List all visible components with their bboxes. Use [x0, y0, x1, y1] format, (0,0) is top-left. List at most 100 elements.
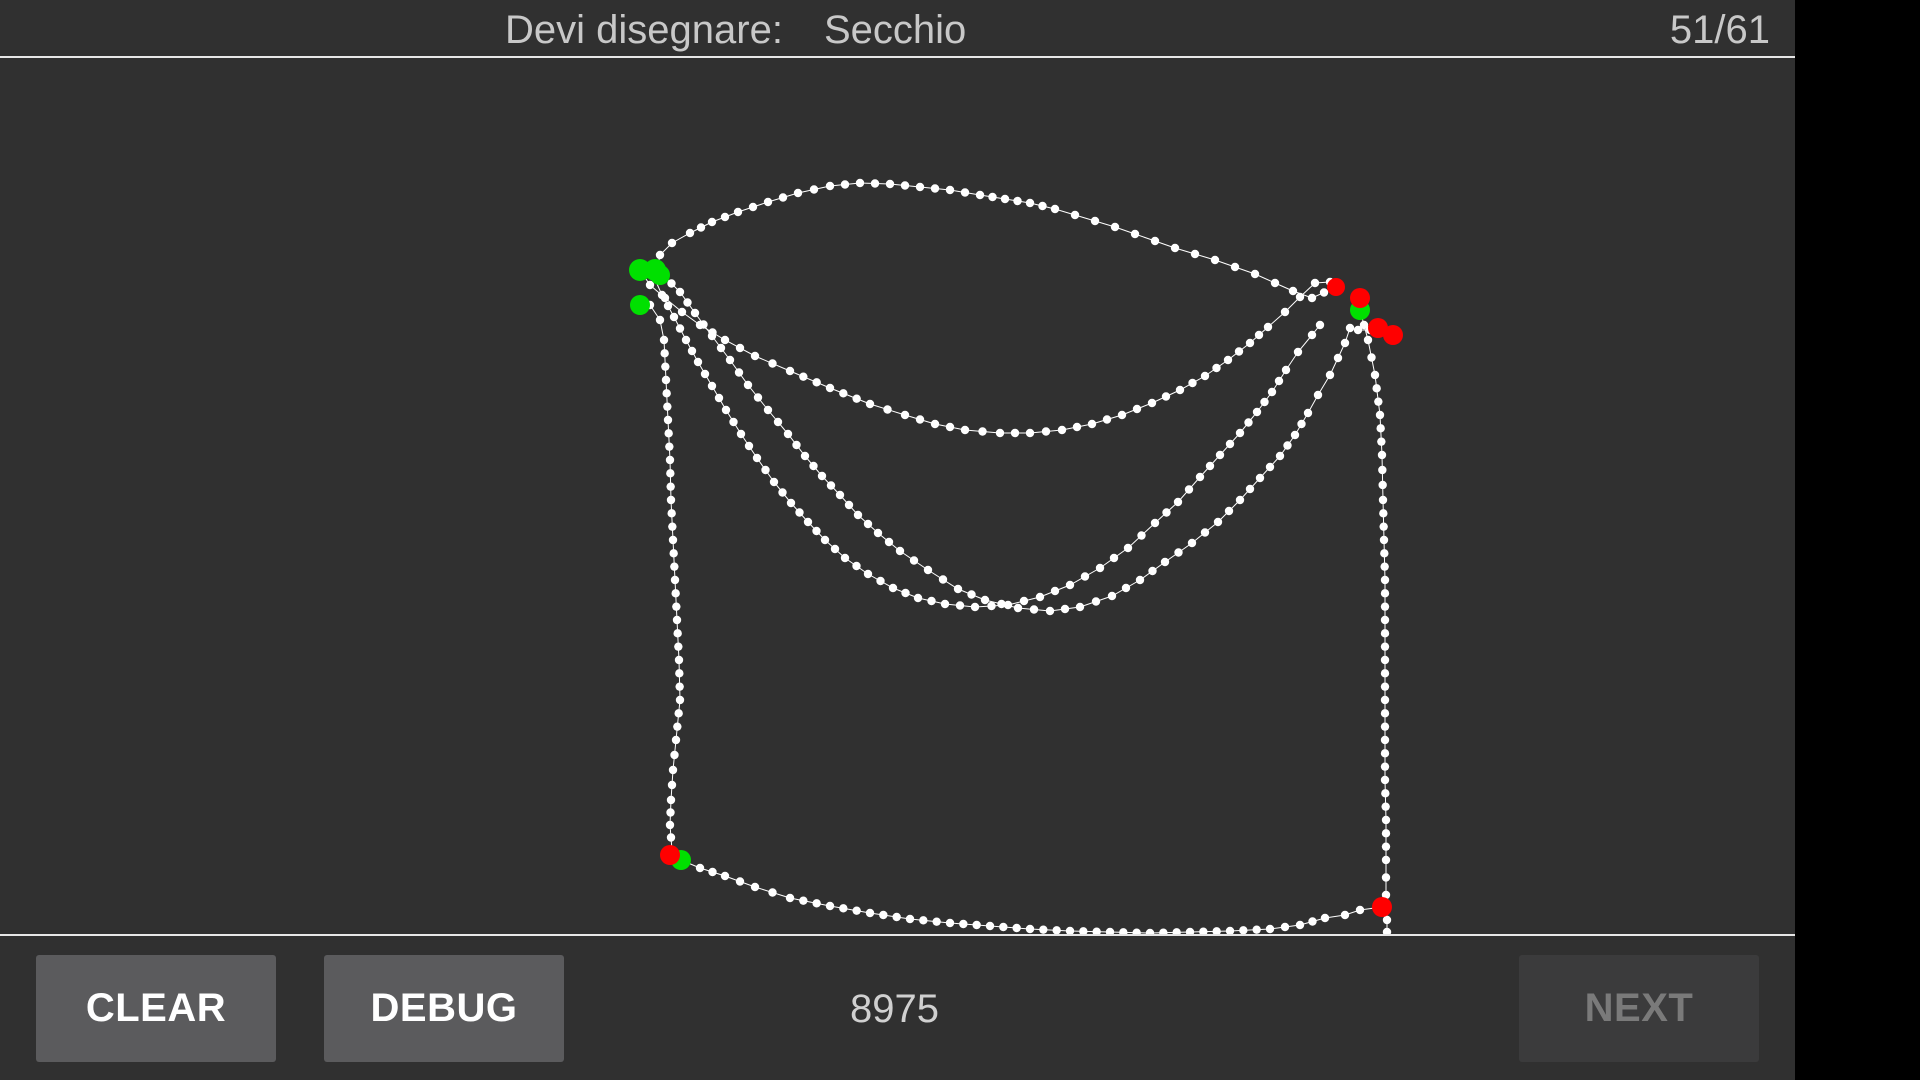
stroke-point — [852, 906, 861, 915]
stroke-point — [734, 368, 744, 377]
stroke-point — [1244, 418, 1253, 427]
stroke-point — [665, 442, 674, 451]
stroke-point — [825, 383, 835, 393]
stroke-point — [812, 899, 821, 908]
stroke-point — [1095, 563, 1105, 573]
stroke-point — [1019, 596, 1029, 606]
stroke-point — [1225, 439, 1235, 449]
stroke-point — [763, 405, 773, 415]
stroke-point — [785, 893, 795, 903]
stroke-point — [1380, 589, 1390, 598]
stroke-point — [1162, 508, 1171, 517]
stroke-point — [1161, 392, 1171, 401]
stroke-point — [1239, 926, 1248, 934]
next-button[interactable]: NEXT — [1519, 955, 1759, 1062]
stroke-point — [1260, 397, 1269, 407]
clear-button[interactable]: CLEAR — [36, 955, 276, 1062]
debug-button[interactable]: DEBUG — [324, 955, 564, 1062]
stroke-point — [930, 419, 940, 429]
stroke-point — [1345, 323, 1355, 333]
stroke-point — [1367, 353, 1376, 362]
stroke-point — [1377, 437, 1386, 446]
stroke-point — [825, 181, 835, 191]
stroke-point — [1230, 262, 1240, 272]
stroke-point — [664, 429, 673, 438]
stroke-point — [1280, 307, 1290, 317]
stroke-point — [721, 405, 731, 415]
stroke-point — [955, 601, 965, 610]
stroke-point — [1267, 387, 1277, 397]
stroke-point — [959, 919, 968, 929]
stroke-point — [657, 290, 667, 300]
stroke-point — [668, 522, 677, 531]
stroke-point — [1050, 586, 1060, 596]
stroke-point — [919, 916, 928, 925]
stroke-point — [1187, 538, 1197, 548]
stroke-point — [700, 369, 710, 379]
stroke-point — [840, 180, 850, 189]
stroke-point — [1029, 605, 1039, 614]
stroke-point — [1310, 278, 1320, 288]
stroke-point — [667, 279, 676, 288]
stroke-point — [690, 308, 700, 318]
stroke-point — [1090, 216, 1100, 226]
stroke-point — [1234, 347, 1244, 356]
stroke-point — [1200, 528, 1210, 537]
stroke-point — [1254, 330, 1264, 340]
stroke-point — [1050, 204, 1060, 214]
stroke-point — [667, 780, 677, 790]
stroke-point — [960, 425, 970, 435]
stroke-point — [744, 441, 754, 451]
stroke-point — [1212, 927, 1221, 934]
stroke-point — [909, 556, 919, 565]
stroke-point — [1147, 398, 1157, 408]
drawing-canvas[interactable] — [0, 58, 1795, 934]
stroke-point — [1381, 802, 1390, 811]
stroke-point — [895, 546, 905, 556]
stroke-point — [743, 380, 753, 390]
stroke-point — [852, 561, 861, 571]
stroke-point — [1173, 497, 1183, 507]
stroke-point — [1075, 602, 1085, 612]
stroke-point — [900, 181, 910, 190]
stroke-point — [1380, 615, 1390, 625]
stroke-point — [820, 535, 830, 545]
stroke-point — [1275, 451, 1285, 461]
stroke-point — [655, 315, 665, 325]
progress-counter: 51/61 — [1669, 8, 1770, 52]
stroke-point — [809, 461, 818, 471]
stroke-point — [900, 410, 910, 420]
stroke-end-marker — [1372, 897, 1392, 917]
stroke-point — [835, 490, 845, 500]
stroke-point — [1245, 484, 1255, 494]
stroke-point — [667, 509, 676, 518]
stroke-point — [1380, 642, 1390, 651]
stroke-point — [666, 482, 675, 491]
stroke-point — [773, 417, 783, 427]
stroke-point — [967, 590, 976, 599]
stroke-point — [666, 795, 676, 805]
stroke-point — [1117, 410, 1127, 420]
stroke-point — [673, 722, 682, 731]
stroke-point — [1091, 597, 1101, 606]
stroke-point — [735, 877, 745, 886]
stroke-point — [1380, 749, 1390, 758]
stroke-point — [1060, 604, 1070, 614]
stroke-line-1 — [656, 182, 1337, 299]
stroke-point — [666, 833, 676, 842]
stroke-end-marker — [1350, 288, 1370, 308]
stroke-point — [915, 415, 925, 424]
stroke-point — [1188, 378, 1197, 388]
stroke-point — [1380, 762, 1390, 771]
stroke-point — [1013, 603, 1023, 613]
stroke-point — [1072, 422, 1082, 432]
stroke-point — [1265, 462, 1275, 472]
stroke-point — [1065, 580, 1075, 590]
stroke-point — [687, 346, 697, 356]
stroke-point — [1333, 353, 1343, 363]
stroke-point — [1215, 450, 1225, 460]
stroke-point — [659, 335, 669, 345]
stroke-point — [667, 238, 677, 248]
stroke-point — [674, 709, 683, 718]
stroke-point — [685, 228, 695, 238]
